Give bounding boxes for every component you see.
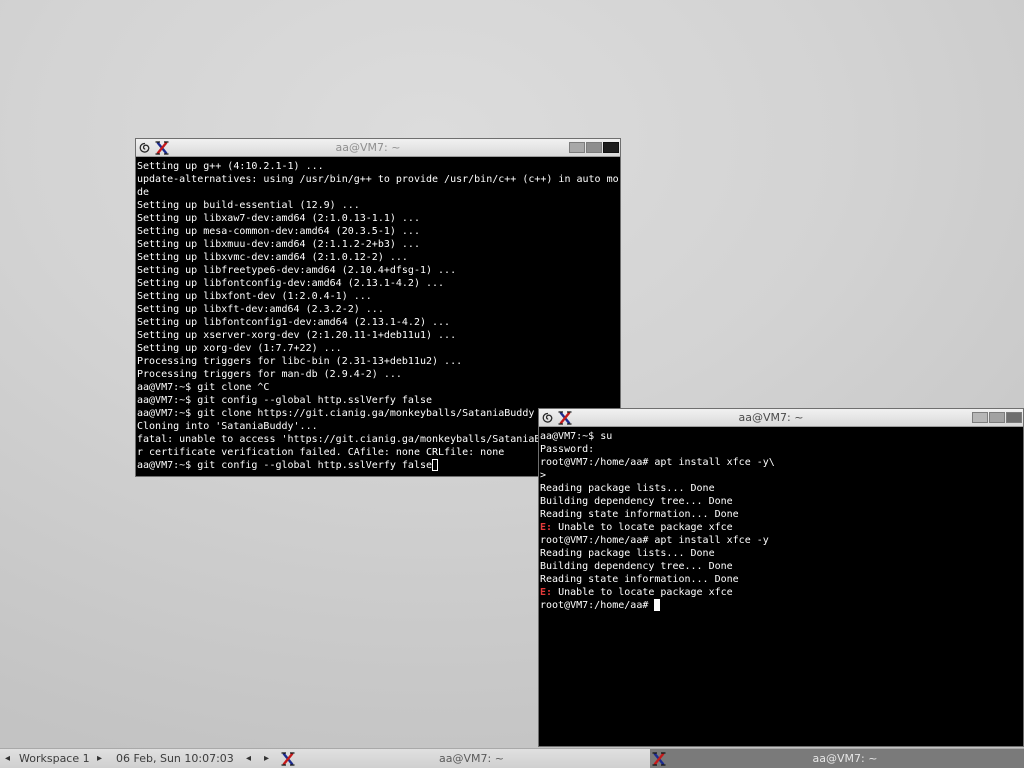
window-title: aa@VM7: ~: [738, 411, 804, 424]
maximize-button[interactable]: [989, 412, 1005, 423]
titlebar-icons: [539, 409, 575, 426]
terminal-line: Setting up libfreetype6-dev:amd64 (2.10.…: [137, 265, 457, 276]
terminal-line: Setting up libfontconfig1-dev:amd64 (2.1…: [137, 317, 451, 328]
error-tag: E:: [540, 522, 553, 533]
arrow-left-icon[interactable]: ◂: [5, 749, 10, 768]
terminal-line: Reading state information... Done: [540, 509, 739, 520]
xterm-icon: [651, 751, 666, 766]
taskbar: ◂ Workspace 1 ▸ 06 Feb, Sun 10:07:03 ◂ ▸…: [0, 748, 1024, 768]
titlebar-icons: [136, 139, 172, 156]
terminal-line-text: Unable to locate package xfce: [552, 587, 733, 598]
task-label: aa@VM7: ~: [812, 752, 878, 765]
workspace-label[interactable]: Workspace 1: [19, 749, 90, 768]
terminal-line: Setting up libxfont-dev (1:2.0.4-1) ...: [137, 291, 372, 302]
maximize-button[interactable]: [586, 142, 602, 153]
terminal-line: root@VM7:/home/aa# apt install xfce -y\: [540, 457, 775, 468]
terminal-line: Processing triggers for libc-bin (2.31-1…: [137, 356, 463, 367]
minimize-button[interactable]: [972, 412, 988, 423]
terminal-line: Setting up libxvmc-dev:amd64 (2:1.0.12-2…: [137, 252, 408, 263]
terminal-line: de: [137, 187, 150, 198]
window-buttons: [564, 142, 620, 153]
terminal-window[interactable]: aa@VM7: ~ aa@VM7:~$ su Password: root@VM…: [538, 408, 1024, 747]
debian-icon[interactable]: [542, 412, 553, 424]
taskbar-task-button[interactable]: aa@VM7: ~: [279, 749, 648, 768]
task-label: aa@VM7: ~: [439, 752, 504, 765]
window-titlebar[interactable]: aa@VM7: ~: [539, 409, 1023, 427]
terminal-line: aa@VM7:~$ git clone ^C: [137, 382, 270, 393]
arrow-left-icon[interactable]: ◂: [246, 749, 251, 768]
terminal-line: aa@VM7:~$ git config --global http.sslVe…: [137, 395, 433, 406]
minimize-button[interactable]: [569, 142, 585, 153]
terminal-line-text: aa@VM7:~$ git config --global http.sslVe…: [137, 460, 433, 471]
xterm-icon: [558, 410, 572, 425]
error-tag: E:: [540, 587, 553, 598]
terminal-line: Setting up libxaw7-dev:amd64 (2:1.0.13-1…: [137, 213, 420, 224]
window-title: aa@VM7: ~: [335, 141, 401, 154]
terminal-line: root@VM7:/home/aa# apt install xfce -y: [540, 535, 769, 546]
clock: 06 Feb, Sun 10:07:03: [116, 752, 234, 765]
terminal-line: Password:: [540, 444, 595, 455]
terminal-line: Reading package lists... Done: [540, 548, 715, 559]
terminal-line: Building dependency tree... Done: [540, 496, 733, 507]
terminal-line: Processing triggers for man-db (2.9.4-2)…: [137, 369, 402, 380]
terminal-line-text: Unable to locate package xfce: [552, 522, 733, 533]
text-cursor: [654, 599, 661, 611]
terminal-line: Setting up libfontconfig-dev:amd64 (2.13…: [137, 278, 445, 289]
terminal-line: Reading package lists... Done: [540, 483, 715, 494]
terminal-line: root@VM7:/home/aa#: [540, 599, 1023, 612]
text-cursor: [432, 459, 439, 471]
terminal-line: Reading state information... Done: [540, 574, 739, 585]
close-button[interactable]: [603, 142, 619, 153]
terminal-line: Setting up build-essential (12.9) ...: [137, 200, 360, 211]
terminal-line: Setting up g++ (4:10.2.1-1) ...: [137, 161, 324, 172]
terminal-line: Setting up mesa-common-dev:amd64 (20.3.5…: [137, 226, 420, 237]
taskbar-task-button-active[interactable]: aa@VM7: ~: [650, 749, 1024, 768]
terminal-line: >: [540, 470, 547, 481]
arrow-right-icon[interactable]: ▸: [97, 749, 102, 768]
terminal-line: update-alternatives: using /usr/bin/g++ …: [137, 174, 619, 185]
xterm-icon: [155, 140, 169, 155]
terminal-line: Setting up xserver-xorg-dev (2:1.20.11-1…: [137, 330, 457, 341]
close-button[interactable]: [1006, 412, 1022, 423]
window-titlebar[interactable]: aa@VM7: ~: [136, 139, 620, 157]
terminal-line: E: Unable to locate package xfce: [540, 521, 1023, 534]
xterm-icon: [280, 751, 295, 766]
terminal-line: Setting up xorg-dev (1:7.7+22) ...: [137, 343, 342, 354]
terminal-prompt: root@VM7:/home/aa#: [540, 600, 655, 611]
arrow-right-icon[interactable]: ▸: [264, 749, 269, 768]
terminal-line: Setting up libxmuu-dev:amd64 (2:1.1.2-2+…: [137, 239, 420, 250]
terminal-line: Building dependency tree... Done: [540, 561, 733, 572]
window-buttons: [967, 412, 1023, 423]
terminal-line: E: Unable to locate package xfce: [540, 586, 1023, 599]
debian-icon[interactable]: [139, 142, 150, 154]
terminal-line: Setting up libxft-dev:amd64 (2.3.2-2) ..…: [137, 304, 384, 315]
terminal-line: aa@VM7:~$ su: [540, 431, 613, 442]
terminal-output[interactable]: aa@VM7:~$ su Password: root@VM7:/home/aa…: [539, 427, 1023, 746]
